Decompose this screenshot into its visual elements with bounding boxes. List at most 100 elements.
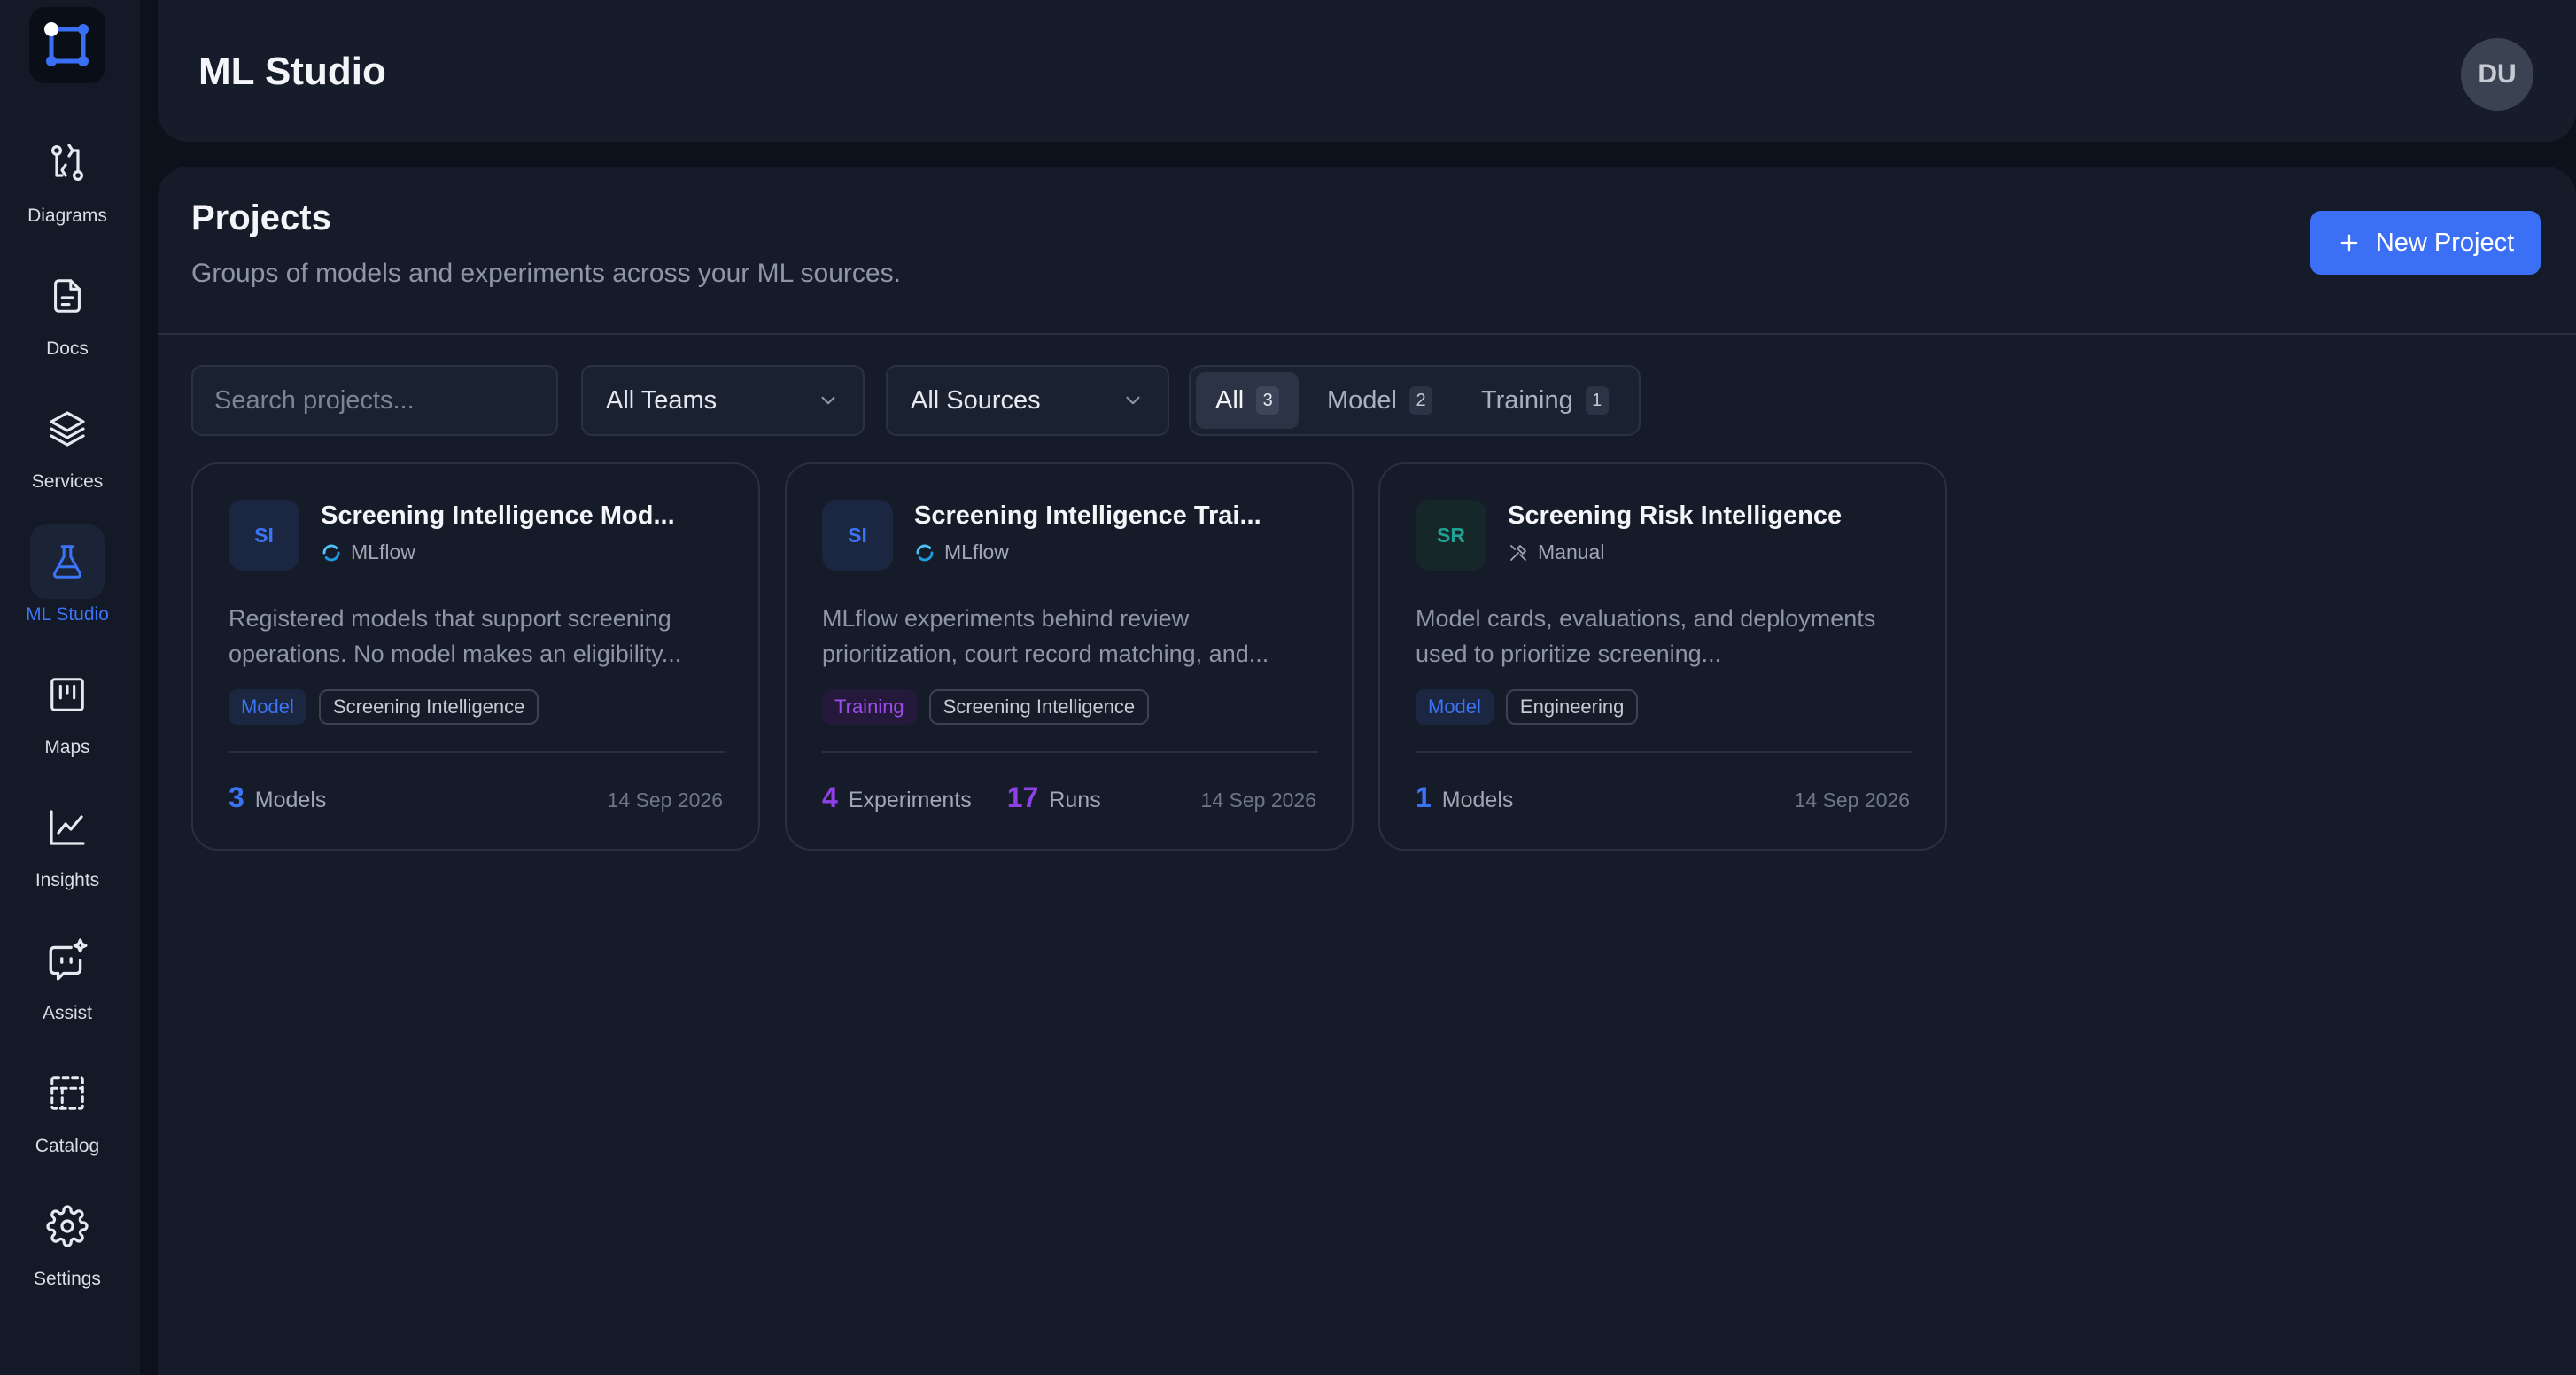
top-header: ML Studio DU: [158, 0, 2576, 142]
chevron-down-icon: [1126, 396, 1140, 405]
project-card[interactable]: SI Screening Intelligence Mod... MLflow …: [191, 462, 760, 851]
segment-all[interactable]: All 3: [1196, 372, 1300, 429]
stat-label: Experiments: [848, 788, 972, 812]
app-logo[interactable]: [29, 7, 105, 83]
sidebar: Diagrams Docs Services ML Studio Maps In…: [0, 0, 142, 1375]
kanban-icon: [30, 657, 105, 732]
sidebar-item-label: Assist: [42, 1003, 92, 1023]
project-source: Manual: [1508, 540, 1604, 564]
layers-icon: [30, 392, 105, 466]
project-source-label: MLflow: [351, 540, 415, 563]
segment-training[interactable]: Training 1: [1462, 372, 1628, 429]
sidebar-item-ml-studio[interactable]: ML Studio: [0, 524, 135, 640]
type-tag: Model: [229, 689, 306, 725]
type-tag: Model: [1416, 689, 1494, 725]
segment-label: Training: [1481, 385, 1573, 415]
project-date: 14 Sep 2026: [1200, 788, 1316, 812]
sidebar-item-label: Catalog: [35, 1136, 100, 1156]
sidebar-item-docs[interactable]: Docs: [0, 259, 135, 374]
card-divider: [1416, 751, 1912, 753]
teams-select-value: All Teams: [606, 385, 718, 415]
segment-label: Model: [1327, 385, 1397, 415]
logo-icon: [44, 22, 89, 66]
sidebar-item-insights[interactable]: Insights: [0, 790, 135, 905]
stat-runs: 17 Runs: [1007, 781, 1101, 814]
segment-model[interactable]: Model 2: [1307, 372, 1452, 429]
sidebar-item-settings[interactable]: Settings: [0, 1189, 135, 1304]
header-divider: [158, 333, 2576, 335]
gear-icon: [30, 1189, 105, 1263]
sidebar-item-label: Diagrams: [27, 206, 107, 226]
plus-icon: [2340, 234, 2358, 252]
sidebar-item-services[interactable]: Services: [0, 392, 135, 507]
mlflow-icon: [322, 544, 340, 561]
project-tags: Training Screening Intelligence: [822, 689, 1150, 725]
type-tag: Training: [822, 689, 917, 725]
type-segmented-control: All 3 Model 2 Training 1: [1189, 365, 1641, 436]
project-title: Screening Intelligence Mod...: [321, 501, 675, 530]
sidebar-item-label: Services: [31, 471, 104, 492]
sidebar-item-maps[interactable]: Maps: [0, 657, 135, 773]
team-tag: Screening Intelligence: [928, 689, 1150, 725]
sources-select[interactable]: All Sources: [886, 365, 1169, 436]
sidebar-item-label: ML Studio: [26, 604, 109, 625]
project-description: Model cards, evaluations, and deployment…: [1416, 605, 1876, 667]
manual-tools-icon: [1510, 544, 1526, 561]
page-subtitle: Groups of models and experiments across …: [191, 259, 901, 288]
project-card[interactable]: SI Screening Intelligence Trai... MLflow…: [785, 462, 1354, 851]
sidebar-item-label: Docs: [46, 338, 89, 359]
project-stats: 3 Models: [229, 781, 326, 814]
stat-label: Models: [254, 788, 327, 812]
project-stats: 4 Experiments 17 Runs: [822, 781, 1101, 814]
project-initials-badge: SI: [229, 500, 299, 571]
sidebar-item-label: Settings: [34, 1269, 101, 1289]
stat-models: 1 Models: [1416, 781, 1513, 814]
sidebar-item-label: Maps: [44, 737, 90, 757]
stat-number: 17: [1006, 781, 1039, 813]
project-initials-badge: SI: [822, 500, 893, 571]
project-title: Screening Risk Intelligence: [1508, 501, 1843, 530]
dashed-grid-icon: [30, 1056, 105, 1130]
sparkle-chat-icon: [30, 923, 105, 998]
project-source: MLflow: [914, 540, 1009, 564]
user-avatar[interactable]: DU: [2461, 38, 2533, 111]
segment-label: All: [1215, 385, 1245, 415]
git-compare-icon: [30, 126, 105, 200]
project-title: Screening Intelligence Trai...: [914, 501, 1261, 530]
team-tag: Screening Intelligence: [318, 689, 539, 725]
project-description: MLflow experiments behind review priorit…: [822, 605, 1269, 667]
document-icon: [30, 259, 105, 333]
project-source-label: Manual: [1538, 540, 1605, 563]
sidebar-item-label: Insights: [35, 870, 100, 890]
sources-select-value: All Sources: [911, 385, 1041, 415]
sidebar-item-catalog[interactable]: Catalog: [0, 1056, 135, 1171]
project-date: 14 Sep 2026: [607, 788, 723, 812]
segment-count: 1: [1585, 386, 1609, 415]
projects-panel: Projects Groups of models and experiment…: [158, 167, 2576, 1375]
card-divider: [229, 751, 725, 753]
sidebar-item-diagrams[interactable]: Diagrams: [0, 126, 135, 241]
app-title: ML Studio: [198, 50, 386, 93]
line-chart-icon: [30, 790, 105, 865]
stat-number: 4: [822, 781, 838, 813]
stat-number: 1: [1416, 781, 1432, 813]
teams-select[interactable]: All Teams: [581, 365, 865, 436]
search-input[interactable]: [191, 365, 558, 436]
team-tag: Engineering: [1505, 689, 1639, 725]
project-stats: 1 Models: [1416, 781, 1513, 814]
new-project-button[interactable]: New Project: [2310, 211, 2541, 275]
new-project-label: New Project: [2375, 228, 2515, 257]
project-description: Registered models that support screening…: [229, 605, 682, 667]
mlflow-icon: [916, 544, 934, 561]
sidebar-item-assist[interactable]: Assist: [0, 923, 135, 1038]
project-date: 14 Sep 2026: [1794, 788, 1910, 812]
chevron-down-icon: [821, 396, 835, 405]
segment-count: 3: [1256, 386, 1280, 415]
project-source-label: MLflow: [944, 540, 1009, 563]
stat-label: Runs: [1049, 788, 1101, 812]
project-tags: Model Engineering: [1416, 689, 1639, 725]
project-source: MLflow: [321, 540, 415, 564]
card-divider: [822, 751, 1318, 753]
project-card[interactable]: SR Screening Risk Intelligence Manual Mo…: [1378, 462, 1947, 851]
project-initials-badge: SR: [1416, 500, 1486, 571]
